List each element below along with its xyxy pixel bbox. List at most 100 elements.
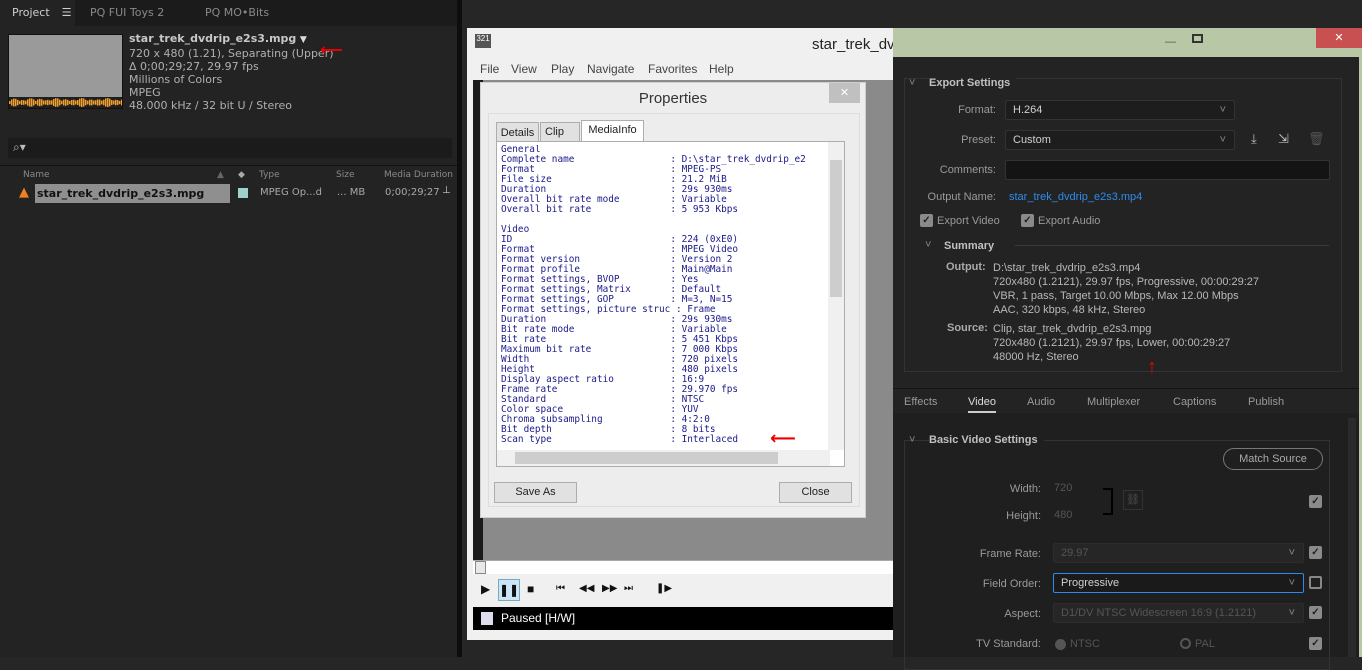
window-close-icon[interactable]: ✕ <box>1316 28 1362 48</box>
status-text: Paused [H/W] <box>501 611 576 625</box>
summary-line: 48000 Hz, Stereo <box>993 351 1079 363</box>
tv-standard-match-checkbox[interactable]: ✓ <box>1309 637 1322 650</box>
menu-play[interactable]: Play <box>551 62 574 76</box>
field-order-match-checkbox[interactable] <box>1309 576 1322 589</box>
column-header: Name ▲ ◆ Type Size Media Duration <box>0 165 457 184</box>
export-video-checkbox[interactable]: ✓ <box>920 214 933 227</box>
format-label: Format: <box>958 104 996 116</box>
play-icon[interactable]: ▶ <box>481 582 490 596</box>
output-label: Output: <box>946 261 986 273</box>
summary-line: Clip, star_trek_dvdrip_e2s3.mpg <box>993 323 1152 335</box>
export-audio-checkbox[interactable]: ✓ <box>1021 214 1034 227</box>
collapse-chevron-icon[interactable]: ˅ <box>925 239 931 251</box>
close-icon[interactable]: ✕ <box>829 83 860 103</box>
field-order-dropdown[interactable]: Progressive ˅ <box>1053 573 1304 593</box>
ntsc-radio[interactable] <box>1055 639 1066 650</box>
delete-preset-icon[interactable]: 🗑 <box>1308 131 1325 147</box>
summary-line: 720x480 (1.2121), 29.97 fps, Lower, 00:0… <box>993 337 1231 349</box>
source-summary: Clip, star_trek_dvdrip_e2s3.mpg 720x480 … <box>993 322 1230 364</box>
audio-waveform <box>9 97 122 108</box>
table-row[interactable]: ▲ star_trek_dvdrip_e2s3.mpg MPEG Op...d … <box>0 184 457 203</box>
unlink-icon[interactable]: ⛓ <box>1123 490 1143 510</box>
tab-captions[interactable]: Captions <box>1173 396 1216 408</box>
tab-details[interactable]: Details <box>496 122 539 142</box>
tab-pq-mobits[interactable]: PQ MO•Bits <box>193 0 269 26</box>
collapse-chevron-icon[interactable]: ˅ <box>909 434 915 446</box>
preset-dropdown[interactable]: Custom ˅ <box>1005 130 1235 150</box>
info-line: Millions of Colors <box>129 73 223 86</box>
next-icon[interactable]: ⏭ <box>624 583 633 594</box>
tab-project[interactable]: Project ☰ <box>0 0 75 26</box>
pal-radio[interactable] <box>1180 638 1191 649</box>
label-tag-icon[interactable]: ◆ <box>238 170 245 180</box>
horizontal-scrollbar[interactable] <box>497 450 830 466</box>
tab-publish[interactable]: Publish <box>1248 396 1284 408</box>
format-dropdown[interactable]: H.264 ˅ <box>1005 100 1235 120</box>
col-type[interactable]: Type <box>259 170 280 180</box>
save-preset-icon[interactable]: ⤓ <box>1251 131 1257 147</box>
tab-mediainfo[interactable]: MediaInfo <box>581 120 644 142</box>
save-as-button[interactable]: Save As <box>494 482 577 503</box>
seek-bar[interactable] <box>473 560 893 574</box>
minimize-icon[interactable]: — <box>1165 36 1176 48</box>
mediainfo-textbox[interactable]: General Complete name : D:\star_trek_dvd… <box>496 141 845 467</box>
tab-clip[interactable]: Clip <box>540 122 580 142</box>
frame-rate-dropdown[interactable]: 29.97 ˅ <box>1053 543 1304 563</box>
rewind-icon[interactable]: ◀◀ <box>579 583 594 594</box>
frame-rate-match-checkbox[interactable]: ✓ <box>1309 546 1322 559</box>
vertical-scrollbar[interactable] <box>828 142 844 450</box>
chevron-down-icon: ˅ <box>1288 547 1295 559</box>
stop-icon[interactable]: ■ <box>527 582 534 596</box>
col-name[interactable]: Name <box>23 170 50 180</box>
aspect-match-checkbox[interactable]: ✓ <box>1309 606 1322 619</box>
col-media-duration[interactable]: Media Duration <box>384 170 453 180</box>
maximize-icon[interactable] <box>1192 34 1203 43</box>
aspect-dropdown[interactable]: D1/DV NTSC Widescreen 16:9 (1.2121) ˅ <box>1053 603 1304 623</box>
red-arrow-annotation: ⟵ <box>770 428 796 449</box>
label-color-swatch[interactable] <box>238 188 248 198</box>
frame-step-icon[interactable]: ❚▶ <box>656 583 672 594</box>
tab-multiplexer[interactable]: Multiplexer <box>1087 396 1140 408</box>
height-value[interactable]: 480 <box>1054 509 1072 521</box>
fast-forward-icon[interactable]: ▶▶ <box>602 583 617 594</box>
aspect-label: Aspect: <box>1004 608 1041 620</box>
vertical-scrollbar[interactable] <box>1348 418 1356 657</box>
row-type: MPEG Op...d <box>260 187 323 198</box>
dropdown-triangle-icon[interactable]: ▼ <box>300 35 307 45</box>
dimensions-match-checkbox[interactable]: ✓ <box>1309 495 1322 508</box>
pause-icon[interactable]: ❚❚ <box>498 579 520 601</box>
tv-standard-label: TV Standard: <box>976 638 1041 650</box>
ntsc-label: NTSC <box>1070 638 1100 650</box>
panel-divider[interactable] <box>457 0 462 657</box>
tab-effects[interactable]: Effects <box>904 396 937 408</box>
search-input[interactable]: ⌕▾ <box>8 138 452 158</box>
tab-pq-fui-toys[interactable]: PQ FUI Toys 2 <box>78 0 164 26</box>
prev-icon[interactable]: ⏮ <box>556 583 565 594</box>
close-button[interactable]: Close <box>779 482 852 503</box>
tab-video[interactable]: Video <box>968 396 996 413</box>
row-name[interactable]: star_trek_dvdrip_e2s3.mpg <box>35 184 230 203</box>
collapse-chevron-icon[interactable]: ˅ <box>909 77 915 89</box>
match-source-button[interactable]: Match Source <box>1223 448 1323 470</box>
hamburger-icon[interactable]: ☰ <box>62 6 72 19</box>
hierarchy-icon[interactable]: ⊥ <box>442 185 451 196</box>
seek-handle[interactable] <box>475 561 486 574</box>
col-size[interactable]: Size <box>336 170 354 180</box>
status-bar: Paused [H/W] <box>473 607 893 630</box>
scroll-thumb[interactable] <box>515 452 778 464</box>
width-value[interactable]: 720 <box>1054 482 1072 494</box>
output-name-link[interactable]: star_trek_dvdrip_e2s3.mp4 <box>1009 191 1142 203</box>
vlc-cone-icon: ▲ <box>19 185 29 200</box>
scroll-thumb[interactable] <box>830 160 842 297</box>
menu-favorites[interactable]: Favorites <box>648 62 697 76</box>
comments-input[interactable] <box>1005 160 1330 180</box>
tab-audio[interactable]: Audio <box>1027 396 1055 408</box>
info-line: Δ 0;00;29;27, 29.97 fps <box>129 60 259 73</box>
menu-view[interactable]: View <box>511 62 537 76</box>
import-preset-icon[interactable]: ⇲ <box>1278 131 1289 147</box>
sort-ascending-icon[interactable]: ▲ <box>217 170 224 180</box>
menu-help[interactable]: Help <box>709 62 734 76</box>
menu-navigate[interactable]: Navigate <box>587 62 634 76</box>
chevron-down-icon: ˅ <box>1219 134 1226 146</box>
menu-file[interactable]: File <box>480 62 499 76</box>
